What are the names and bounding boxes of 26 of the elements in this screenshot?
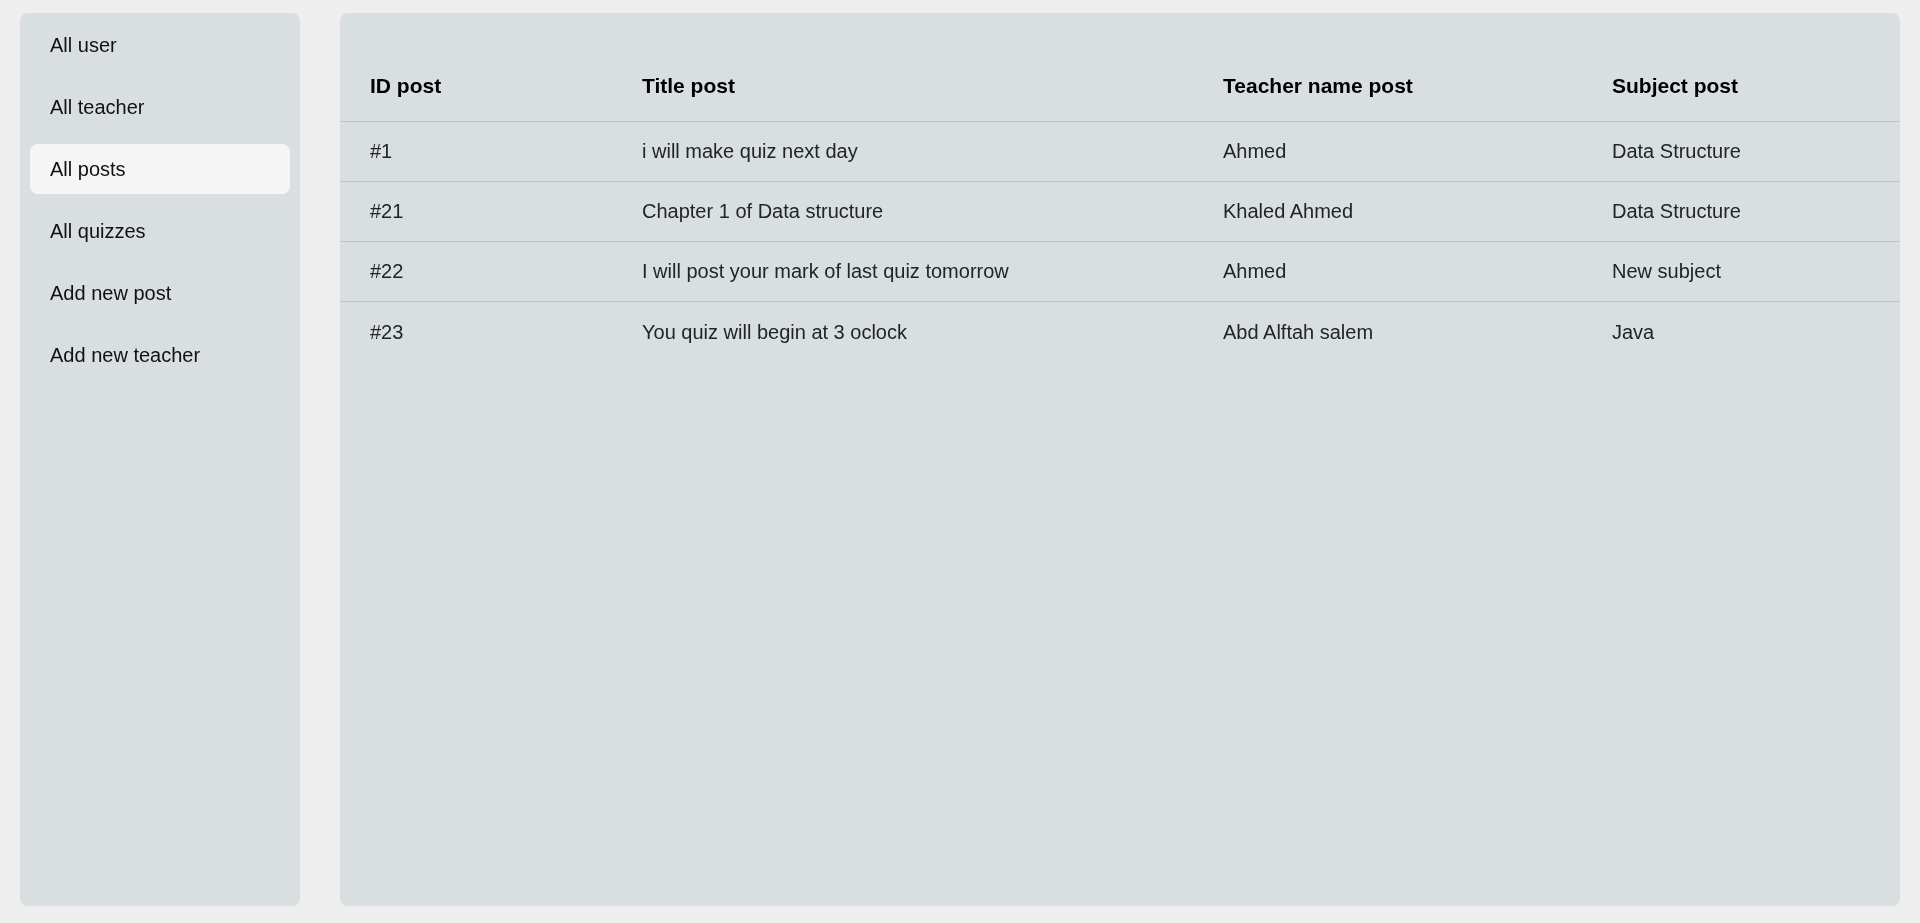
- sidebar-item[interactable]: All teacher: [30, 82, 290, 132]
- sidebar-item[interactable]: All posts: [30, 144, 290, 194]
- table-cell-text: i will make quiz next day: [641, 140, 859, 163]
- sidebar-item[interactable]: Add new post: [30, 268, 290, 318]
- column-header: Teacher name post: [1222, 73, 1414, 98]
- table-cell-text: #23: [369, 320, 405, 344]
- table-cell-text: #22: [369, 260, 405, 283]
- table-cell-text: Ahmed: [1222, 260, 1288, 283]
- table-cell-text: I will post your mark of last quiz tomorrow: [641, 260, 1010, 283]
- column-header: Title post: [641, 73, 736, 98]
- column-header: Subject post: [1611, 73, 1739, 98]
- table-cell-text: Khaled Ahmed: [1222, 200, 1355, 223]
- table-cell-text: #1: [369, 140, 394, 163]
- table-cell-text: Java: [1611, 320, 1656, 344]
- table-cell-text: Chapter 1 of Data structure: [641, 200, 885, 223]
- sidebar-item[interactable]: All quizzes: [30, 206, 290, 256]
- table-cell-text: Ahmed: [1222, 140, 1288, 163]
- sidebar-item[interactable]: All user: [30, 20, 290, 70]
- table-cell-text: Data Structure: [1611, 200, 1742, 223]
- table-cell-text: Data Structure: [1611, 140, 1742, 163]
- table-cell-text: New subject: [1611, 260, 1722, 283]
- sidebar-item[interactable]: Add new teacher: [30, 330, 290, 380]
- table-cell-text: Abd Alftah salem: [1222, 320, 1375, 344]
- table-cell-text: #21: [369, 200, 405, 223]
- table-cell-text: You quiz will begin at 3 oclock: [641, 320, 908, 344]
- column-header: ID post: [369, 73, 443, 98]
